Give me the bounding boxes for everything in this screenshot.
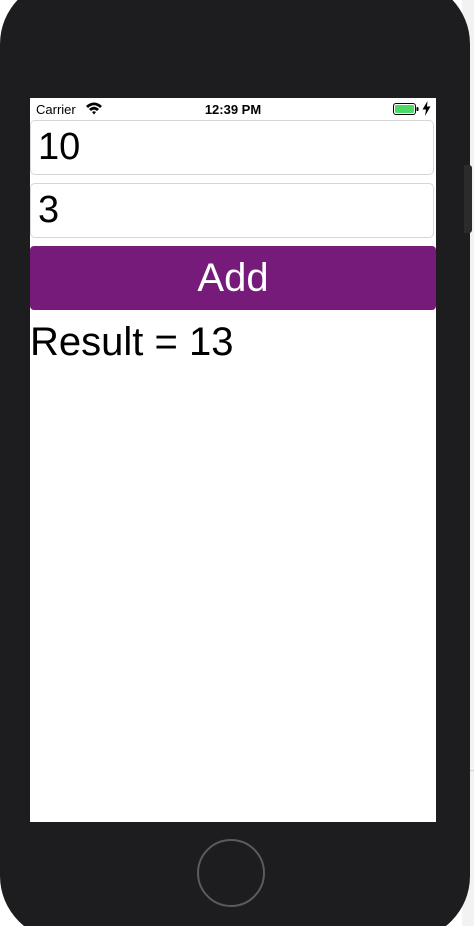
side-button [464,165,472,233]
simulator-window: Carrier 12:39 PM Add Result = 13 [0,0,474,926]
battery-charging-icon [393,103,419,115]
app-screen: Carrier 12:39 PM Add Result = 13 [30,98,436,822]
status-time: 12:39 PM [204,102,262,117]
charging-bolt-icon [422,101,431,116]
home-button-icon[interactable] [197,839,265,907]
second-number-field[interactable] [30,183,434,238]
result-label: Result = 13 [30,320,234,364]
add-button[interactable]: Add [30,246,436,310]
first-number-input[interactable] [31,121,433,174]
first-number-field[interactable] [30,120,434,175]
status-bar: Carrier 12:39 PM [30,98,436,120]
second-number-input[interactable] [31,184,433,237]
